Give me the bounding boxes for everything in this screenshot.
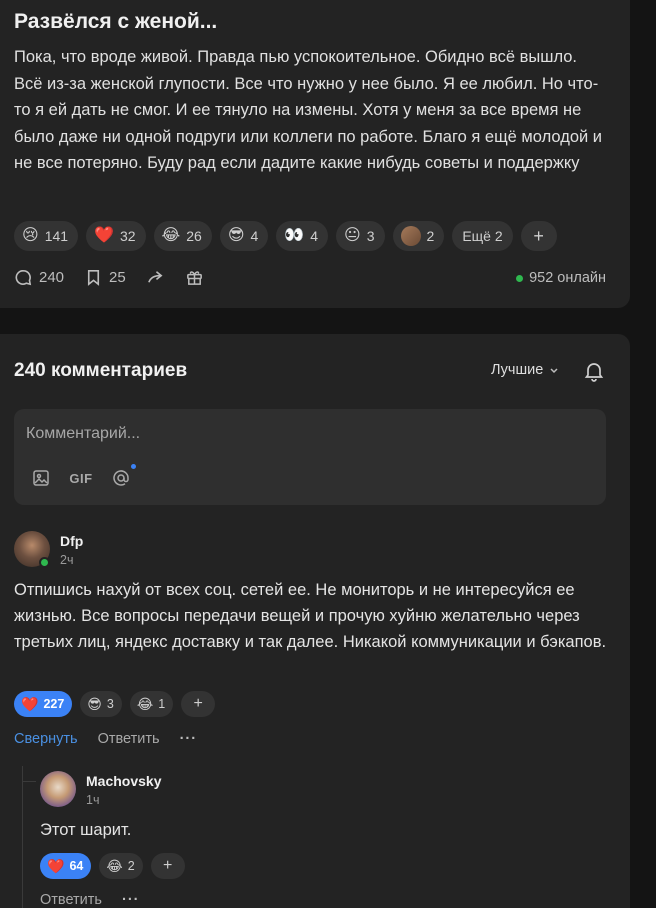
reaction-sunglasses[interactable]: 😎 3 (80, 691, 122, 717)
chevron-down-icon (550, 368, 558, 374)
online-dot-icon (516, 274, 524, 282)
gift-button[interactable] (185, 268, 204, 287)
more-options-button[interactable]: ··· (180, 731, 198, 747)
mention-button[interactable] (110, 464, 136, 489)
comment-reactions: ❤️ 227 😎 3 😂 1 + (14, 691, 216, 721)
image-icon (33, 470, 49, 486)
neutral-face-icon: 😐 (344, 227, 361, 244)
bookmark-icon (87, 270, 100, 286)
post-reactions: 😢 141 ❤️ 32 😂 26 😎 4 👀 4 😐 3 2 Ещё 2 + (14, 221, 557, 251)
comments-count: 240 (39, 269, 65, 286)
post-actions: 240 25 (14, 268, 204, 287)
comment-time[interactable]: 1ч (86, 793, 99, 807)
reaction-count: 227 (43, 697, 65, 711)
reaction-custom[interactable]: 2 (392, 221, 445, 251)
tears-of-joy-icon: 😂 (106, 858, 123, 874)
comment-actions: Свернуть Ответить ··· (14, 731, 197, 747)
add-reaction-button[interactable]: + (181, 691, 216, 717)
plus-icon: + (193, 695, 203, 712)
post-card: Развёлся с женой... Пока, что вроде живо… (0, 0, 630, 308)
comment-text: Этот шарит. (40, 821, 132, 839)
more-options-button[interactable]: ··· (122, 892, 140, 908)
reaction-count: 64 (69, 859, 84, 873)
comments-button[interactable]: 240 (14, 268, 64, 287)
reaction-tears-of-joy[interactable]: 😂 1 (129, 691, 174, 717)
reaction-tears-of-joy[interactable]: 😂 26 (153, 221, 212, 251)
reaction-count: 3 (106, 697, 114, 711)
sort-dropdown[interactable]: Лучшие (491, 362, 559, 378)
plus-icon: + (533, 225, 544, 246)
image-upload-button[interactable] (30, 467, 52, 489)
comment-actions: Ответить ··· (40, 892, 139, 908)
notification-dot (131, 464, 136, 469)
reaction-count: 2 (426, 228, 435, 244)
share-arrow-icon (147, 271, 163, 283)
heart-icon: ❤️ (94, 227, 114, 244)
add-reaction-button[interactable]: + (520, 221, 557, 251)
online-count: 952 онлайн (529, 270, 606, 286)
avatar[interactable] (40, 771, 76, 807)
plus-icon: + (162, 857, 173, 874)
reaction-heart[interactable]: ❤️ 64 (40, 853, 92, 879)
online-status-icon (39, 557, 50, 568)
comment-author[interactable]: Dfp (60, 533, 83, 549)
comment-text: Отпишись нахуй от всех соц. сетей ее. Не… (14, 581, 607, 651)
gift-icon (186, 271, 202, 285)
post-title: Развёлся с женой... (14, 10, 218, 33)
heart-icon: ❤️ (21, 696, 39, 712)
reply-button[interactable]: Ответить (98, 731, 160, 747)
reaction-sunglasses[interactable]: 😎 4 (219, 221, 269, 251)
more-reactions-button[interactable]: Ещё 2 (452, 221, 513, 251)
comment-editor[interactable]: Комментарий... GIF (14, 409, 606, 505)
tears-of-joy-icon: 😂 (136, 696, 154, 712)
sunglasses-face-icon: 😎 (87, 696, 102, 712)
reaction-heart[interactable]: ❤️ 32 (86, 221, 146, 251)
reaction-count: 1 (158, 697, 166, 711)
reaction-count: 26 (186, 228, 202, 244)
reaction-count: 2 (127, 859, 135, 873)
comment-bubble-icon (15, 270, 32, 286)
reaction-count: 32 (119, 228, 136, 244)
reaction-count: 141 (44, 228, 69, 244)
reaction-heart[interactable]: ❤️ 227 (14, 691, 73, 717)
custom-avatar-reaction-icon (400, 226, 421, 246)
post-body: Пока, что вроде живой. Правда пью успоко… (14, 48, 603, 172)
comment-time[interactable]: 2ч (60, 553, 73, 567)
eyes-icon: 👀 (284, 227, 305, 244)
comments-title: 240 комментариев (14, 360, 188, 381)
more-reactions-label: Ещё 2 (462, 228, 503, 244)
reply-button[interactable]: Ответить (40, 892, 102, 908)
reaction-neutral[interactable]: 😐 3 (336, 221, 385, 251)
comment-input[interactable]: Комментарий... (26, 425, 140, 443)
thread-line (22, 766, 23, 908)
bookmark-button[interactable]: 25 (84, 268, 126, 287)
sort-label: Лучшие (491, 362, 544, 378)
tears-of-joy-icon: 😂 (161, 227, 181, 244)
comment-author[interactable]: Machovsky (86, 773, 161, 789)
bell-icon[interactable] (583, 360, 605, 382)
reaction-count: 4 (250, 228, 259, 244)
crying-face-icon: 😢 (22, 227, 39, 244)
reaction-count: 3 (366, 228, 375, 244)
editor-toolbar: GIF (30, 464, 136, 489)
at-sign-icon (113, 470, 129, 486)
collapse-button[interactable]: Свернуть (14, 731, 78, 747)
online-indicator: 952 онлайн (516, 270, 606, 286)
thread-connector (22, 781, 36, 782)
reaction-crying[interactable]: 😢 141 (14, 221, 79, 251)
share-button[interactable] (146, 268, 165, 287)
heart-icon: ❤️ (47, 858, 65, 874)
bookmarks-count: 25 (109, 269, 126, 286)
add-reaction-button[interactable]: + (150, 853, 185, 879)
sunglasses-face-icon: 😎 (227, 227, 245, 244)
reaction-tears-of-joy[interactable]: 😂 2 (99, 853, 143, 879)
comment-reactions: ❤️ 64 😂 2 + (40, 853, 185, 883)
reaction-count: 4 (310, 228, 319, 244)
reaction-eyes[interactable]: 👀 4 (276, 221, 329, 251)
gif-button[interactable]: GIF (69, 467, 92, 489)
